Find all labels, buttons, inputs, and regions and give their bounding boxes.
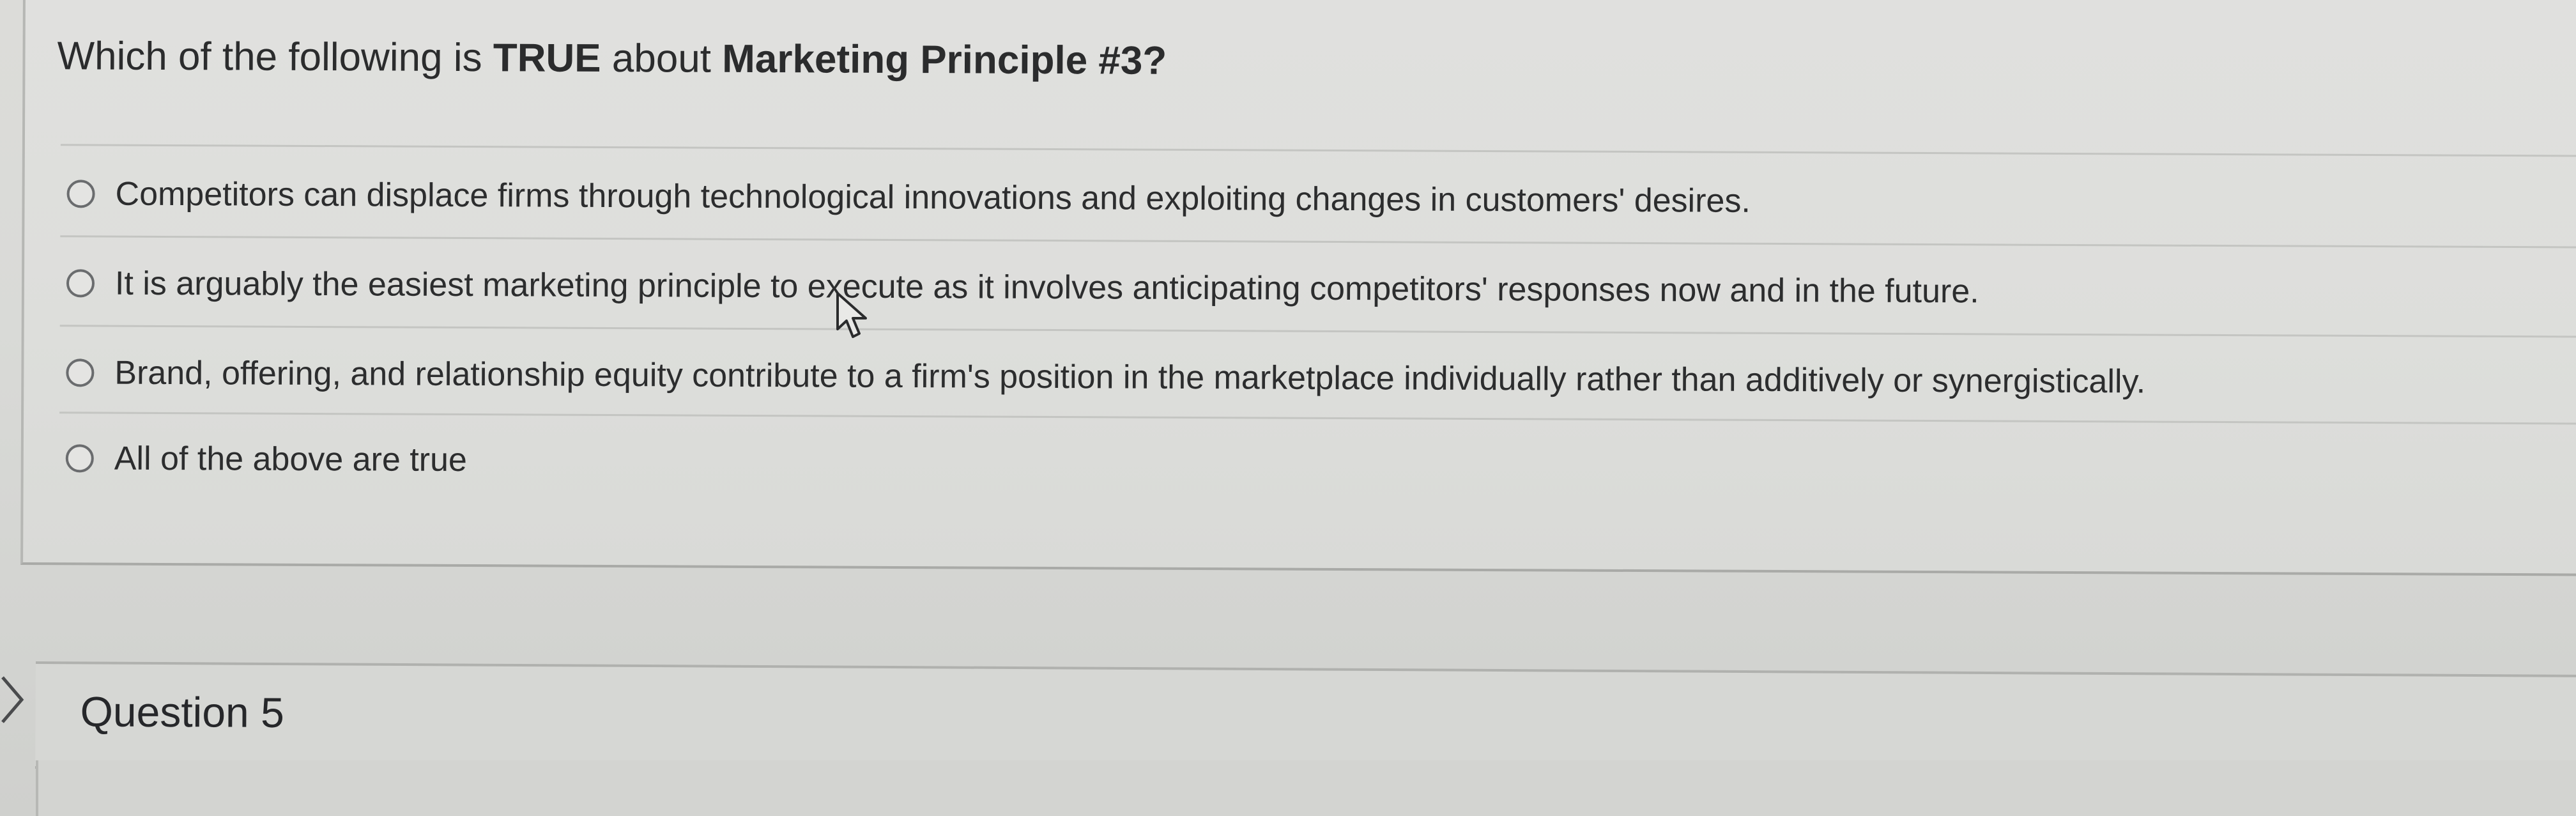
question-5-title: Question 5 — [80, 688, 284, 737]
divider — [60, 144, 2576, 157]
question-emphasis: TRUE — [493, 36, 601, 81]
answer-option-3[interactable]: Brand, offering, and relationship equity… — [66, 337, 2145, 417]
divider — [59, 325, 2576, 338]
question-prompt: Which of the following is TRUE about Mar… — [57, 33, 1167, 84]
answer-option-label[interactable]: Competitors can displace firms through t… — [115, 175, 1751, 220]
radio-button-icon[interactable] — [66, 269, 95, 298]
question-middle: about — [601, 36, 723, 81]
radio-button-icon[interactable] — [65, 444, 94, 473]
answer-option-label[interactable]: All of the above are true — [114, 440, 467, 479]
answer-option-1[interactable]: Competitors can displace firms through t… — [66, 158, 1751, 236]
question-topic: Marketing Principle #3? — [722, 36, 1167, 83]
question-card: Which of the following is TRUE about Mar… — [20, 0, 2576, 576]
answer-option-4[interactable]: All of the above are true — [65, 423, 468, 495]
mouse-cursor-icon — [836, 292, 867, 338]
question-5-body — [36, 760, 2576, 816]
answer-option-2[interactable]: It is arguably the easiest marketing pri… — [66, 248, 1979, 327]
quiz-page: Which of the following is TRUE about Mar… — [0, 0, 2576, 816]
radio-button-icon[interactable] — [66, 358, 95, 387]
answer-option-label[interactable]: It is arguably the easiest marketing pri… — [115, 265, 1979, 311]
divider — [60, 235, 2576, 249]
answer-option-label[interactable]: Brand, offering, and relationship equity… — [114, 354, 2145, 401]
divider — [59, 412, 2576, 425]
chevron-right-icon[interactable] — [0, 671, 34, 728]
question-prefix: Which of the following is — [57, 34, 493, 81]
radio-button-icon[interactable] — [66, 180, 95, 208]
